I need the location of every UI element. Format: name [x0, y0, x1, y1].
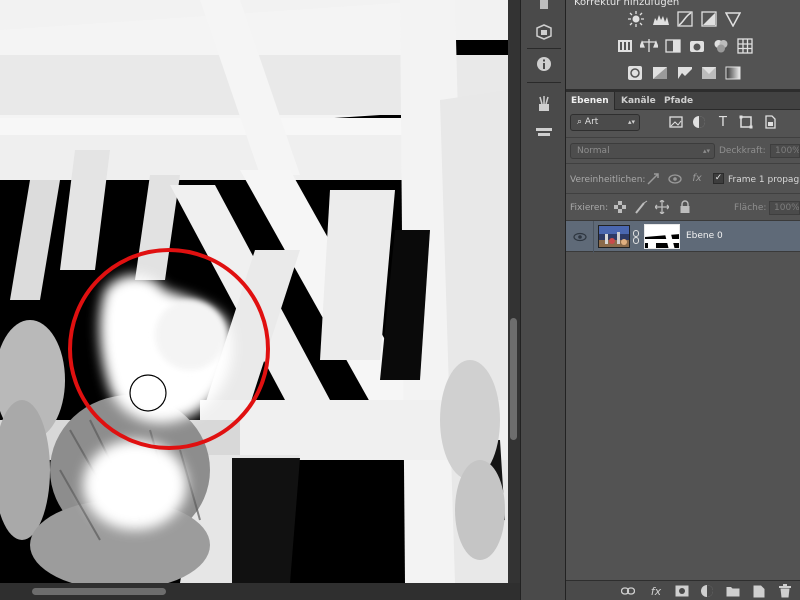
info-icon[interactable] — [532, 52, 556, 76]
unify-style-icon[interactable]: fx — [690, 171, 704, 185]
layers-bottom-bar: fx — [566, 580, 800, 600]
black-white-icon[interactable] — [664, 37, 682, 55]
lock-all-icon[interactable] — [678, 200, 692, 214]
lock-pixels-icon[interactable] — [634, 200, 648, 214]
panel-collapse-icon[interactable] — [532, 0, 556, 16]
blend-mode-select[interactable]: Normal ▴▾ — [570, 143, 715, 159]
document-canvas[interactable] — [0, 0, 508, 583]
threshold-icon[interactable] — [676, 64, 694, 82]
visibility-eye-icon[interactable] — [573, 230, 587, 244]
chevron-updown-icon: ▴▾ — [627, 118, 635, 126]
propagate-checkbox[interactable]: ✓ — [713, 173, 724, 184]
photo-filter-icon[interactable] — [688, 37, 706, 55]
curves-icon[interactable] — [676, 10, 694, 28]
panel-dock-column — [520, 0, 566, 600]
levels-icon[interactable] — [652, 10, 670, 28]
delete-layer-icon[interactable] — [778, 584, 792, 598]
adjustments-title: Korrektur hinzufügen — [574, 0, 680, 8]
invert-icon[interactable] — [626, 64, 644, 82]
opacity-field[interactable]: 100% — [770, 144, 800, 158]
color-lookup-icon[interactable] — [736, 37, 754, 55]
add-mask-icon[interactable] — [675, 584, 689, 598]
tab-kanaele[interactable]: Kanäle — [616, 92, 661, 110]
search-icon: ⌕ — [577, 117, 585, 127]
brush-presets-icon[interactable] — [532, 92, 556, 116]
horizontal-scroll-thumb[interactable] — [32, 588, 166, 595]
link-layers-icon[interactable] — [621, 584, 635, 598]
blend-mode-value: Normal — [577, 146, 610, 156]
chevron-updown-icon: ▴▾ — [702, 147, 710, 155]
link-mask-icon[interactable] — [632, 229, 640, 244]
vertical-scroll-thumb[interactable] — [510, 318, 517, 440]
image-filter-icon[interactable] — [668, 114, 684, 130]
tab-pfade[interactable]: Pfade — [659, 92, 698, 110]
vibrance-icon[interactable] — [724, 10, 742, 28]
tool-presets-icon[interactable] — [532, 120, 556, 144]
opacity-label: Deckkraft: — [719, 146, 766, 156]
vertical-scrollbar[interactable] — [508, 0, 520, 583]
shape-filter-icon[interactable] — [738, 114, 754, 130]
new-adjustment-icon[interactable] — [700, 584, 714, 598]
layer-thumbnail[interactable] — [598, 225, 630, 248]
brightness-icon[interactable] — [627, 10, 645, 28]
layer-mask-preview — [0, 0, 508, 583]
posterize-icon[interactable] — [651, 64, 669, 82]
exposure-icon[interactable] — [700, 10, 718, 28]
layer-name[interactable]: Ebene 0 — [686, 231, 723, 241]
layer-mask-thumbnail[interactable] — [644, 224, 680, 249]
unify-label: Vereinheitlichen: — [570, 175, 646, 185]
hue-saturation-icon[interactable] — [616, 37, 634, 55]
right-panel: Korrektur hinzufügen Ebenen Kanäle Pfade… — [566, 0, 800, 600]
adjustment-filter-icon[interactable] — [691, 114, 707, 130]
lock-transparency-icon[interactable] — [613, 200, 627, 214]
unify-position-icon[interactable] — [646, 172, 660, 186]
unify-visibility-icon[interactable] — [668, 172, 682, 186]
lock-position-icon[interactable] — [655, 200, 669, 214]
tab-ebenen[interactable]: Ebenen — [566, 92, 615, 110]
properties-icon[interactable] — [532, 20, 556, 44]
type-filter-icon[interactable]: T — [715, 114, 731, 130]
color-balance-icon[interactable] — [640, 37, 658, 55]
new-layer-icon[interactable] — [752, 584, 766, 598]
selective-color-icon[interactable] — [700, 64, 718, 82]
fill-field[interactable]: 100% — [769, 201, 800, 215]
smart-object-filter-icon[interactable] — [762, 114, 778, 130]
fx-icon[interactable]: fx — [649, 584, 663, 598]
layer-row[interactable]: Ebene 0 — [566, 220, 800, 253]
channel-mixer-icon[interactable] — [712, 37, 730, 55]
layer-filter-select[interactable]: ⌕ Art ▴▾ — [570, 114, 640, 131]
propagate-label: Frame 1 propagieren — [728, 175, 800, 185]
lock-label: Fixieren: — [570, 203, 609, 213]
new-group-icon[interactable] — [726, 584, 740, 598]
layers-panel-tabs: Ebenen Kanäle Pfade — [566, 92, 800, 110]
fill-label: Fläche: — [734, 203, 767, 213]
gradient-map-icon[interactable] — [724, 64, 742, 82]
layer-filter-label: Art — [584, 117, 599, 127]
